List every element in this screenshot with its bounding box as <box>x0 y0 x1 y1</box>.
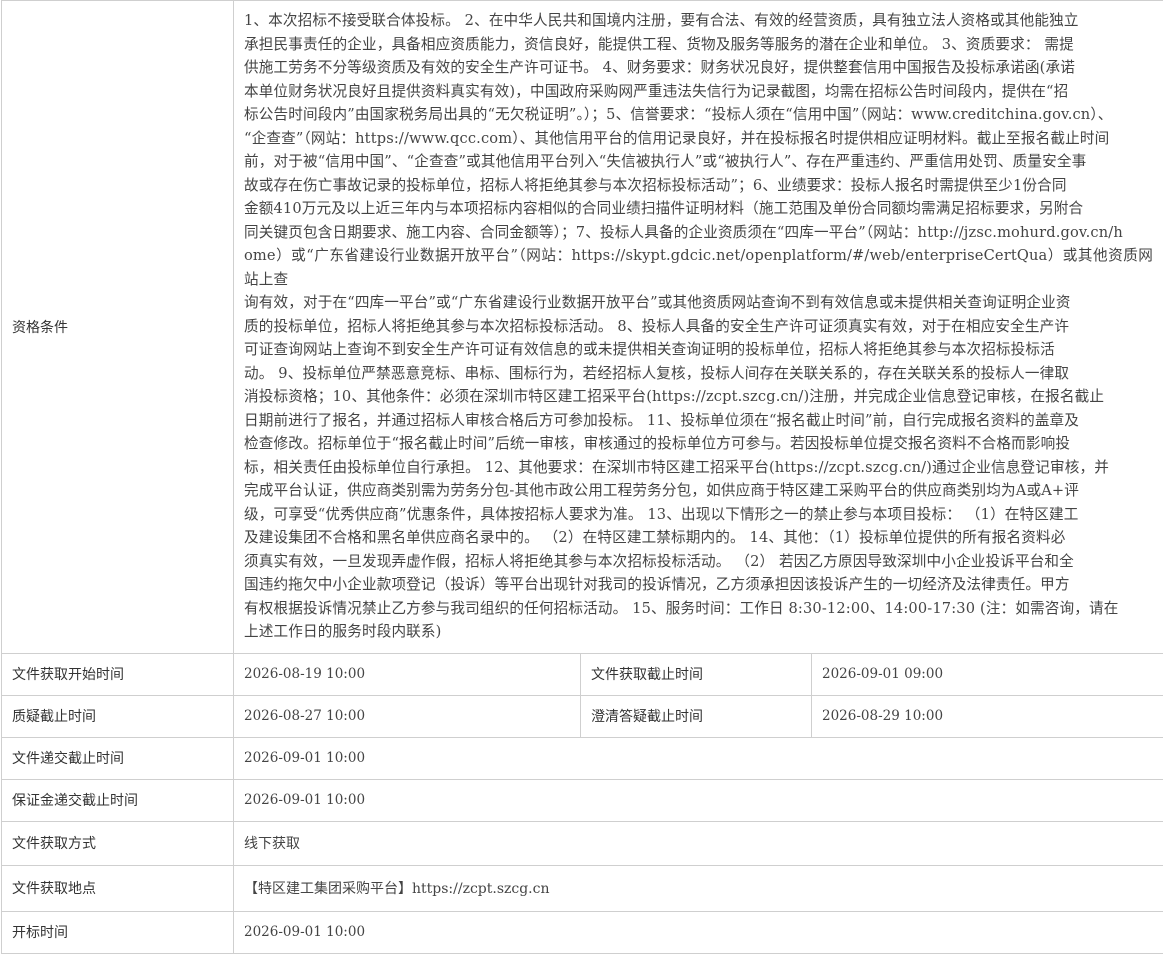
bid-opening-label: 开标时间 <box>2 911 234 953</box>
submission-deadline-label: 文件递交截止时间 <box>2 737 234 779</box>
doc-obtain-start-label: 文件获取开始时间 <box>2 653 234 695</box>
query-deadline-label: 质疑截止时间 <box>2 695 234 737</box>
qualification-line: 检查修改。招标单位于“报名截止时间”后统一审核，审核通过的投标单位方可参与。若因… <box>244 432 1153 456</box>
tender-info-table: 资格条件 1、本次招标不接受联合体投标。 2、在中华人民共和国境内注册，要有合法… <box>1 0 1163 954</box>
table-row: 文件获取地点 【特区建工集团采购平台】https://zcpt.szcg.cn <box>2 865 1163 911</box>
qualification-line: 质的投标单位，招标人将拒绝其参与本次招标投标活动。 8、投标人具备的安全生产许可… <box>244 315 1153 339</box>
qualification-line: 金额410万元及以上近三年内与本项招标内容相似的合同业绩扫描件证明材料（施工范围… <box>244 197 1153 221</box>
qualification-line: 消投标资格；10、其他条件：必须在深圳市特区建工招采平台(https://zcp… <box>244 385 1153 409</box>
doc-obtain-start-value: 2026-08-19 10:00 <box>234 653 581 695</box>
table-row: 保证金递交截止时间 2026-09-01 10:00 <box>2 779 1163 821</box>
qualification-line: 有权根据投诉情况禁止乙方参与我司组织的任何招标活动。 15、服务时间：工作日 8… <box>244 597 1153 621</box>
table-row: 文件获取方式 线下获取 <box>2 821 1163 865</box>
table-row: 开标时间 2026-09-01 10:00 <box>2 911 1163 953</box>
qualification-line: 须真实有效，一旦发现弄虚作假，招标人将拒绝其参与本次招标投标活动。 （2） 若因… <box>244 550 1153 574</box>
deposit-deadline-label: 保证金递交截止时间 <box>2 779 234 821</box>
obtain-location-value: 【特区建工集团采购平台】https://zcpt.szcg.cn <box>234 865 1163 911</box>
qualification-line: 本单位财务状况良好且提供资料真实有效)，中国政府采购网严重违法失信行为记录截图，… <box>244 80 1153 104</box>
qualification-line: 可证查询网站上查询不到安全生产许可证有效信息的或未提供相关查询证明的投标单位，招… <box>244 338 1153 362</box>
qualification-row: 资格条件 1、本次招标不接受联合体投标。 2、在中华人民共和国境内注册，要有合法… <box>2 1 1163 654</box>
table-row: 质疑截止时间 2026-08-27 10:00 澄清答疑截止时间 2026-08… <box>2 695 1163 737</box>
obtain-method-label: 文件获取方式 <box>2 821 234 865</box>
qualification-line: 级，可享受“优秀供应商”优惠条件，具体按招标人要求为准。 13、出现以下情形之一… <box>244 503 1153 527</box>
qualification-line: 完成平台认证，供应商类别需为劳务分包-其他市政公用工程劳务分包，如供应商于特区建… <box>244 479 1153 503</box>
qualification-line: 供施工劳务不分等级资质及有效的安全生产许可证书。 4、财务要求：财务状况良好，提… <box>244 56 1153 80</box>
table-row: 文件获取开始时间 2026-08-19 10:00 文件获取截止时间 2026-… <box>2 653 1163 695</box>
doc-obtain-end-value: 2026-09-01 09:00 <box>812 653 1163 695</box>
obtain-method-value: 线下获取 <box>234 821 1163 865</box>
qualification-line: “企查查”（网站：https://www.qcc.com）、其他信用平台的信用记… <box>244 127 1153 151</box>
qualification-line: 日期前进行了报名，并通过招标人审核合格后方可参加投标。 11、投标单位须在“报名… <box>244 409 1153 433</box>
qualification-line: 标公告时间段内”由国家税务局出具的“无欠税证明”。）；5、信誉要求：“投标人须在… <box>244 103 1153 127</box>
clarification-deadline-value: 2026-08-29 10:00 <box>812 695 1163 737</box>
bid-opening-value: 2026-09-01 10:00 <box>234 911 1163 953</box>
qualification-line: 标，相关责任由投标单位自行承担。 12、其他要求：在深圳市特区建工招采平台(ht… <box>244 456 1153 480</box>
deposit-deadline-value: 2026-09-01 10:00 <box>234 779 1163 821</box>
obtain-location-label: 文件获取地点 <box>2 865 234 911</box>
submission-deadline-value: 2026-09-01 10:00 <box>234 737 1163 779</box>
qualification-line: ome）或“广东省建设行业数据开放平台”（网站：https://skypt.gd… <box>244 244 1153 291</box>
qualification-label: 资格条件 <box>2 1 234 654</box>
qualification-line: 国违约拖欠中小企业款项登记（投诉）等平台出现针对我司的投诉情况，乙方须承担因该投… <box>244 573 1153 597</box>
qualification-line: 上述工作日的服务时段内联系) <box>244 620 1153 644</box>
qualification-line: 同关键页包含日期要求、施工内容、合同金额等）；7、投标人具备的企业资质须在“四库… <box>244 221 1153 245</box>
qualification-content: 1、本次招标不接受联合体投标。 2、在中华人民共和国境内注册，要有合法、有效的经… <box>234 1 1163 654</box>
qualification-line: 询有效，对于在“四库一平台”或“广东省建设行业数据开放平台”或其他资质网站查询不… <box>244 291 1153 315</box>
query-deadline-value: 2026-08-27 10:00 <box>234 695 581 737</box>
doc-obtain-end-label: 文件获取截止时间 <box>581 653 812 695</box>
qualification-line: 承担民事责任的企业，具备相应资质能力，资信良好，能提供工程、货物及服务等服务的潜… <box>244 33 1153 57</box>
qualification-text: 1、本次招标不接受联合体投标。 2、在中华人民共和国境内注册，要有合法、有效的经… <box>244 1 1153 653</box>
qualification-line: 1、本次招标不接受联合体投标。 2、在中华人民共和国境内注册，要有合法、有效的经… <box>244 9 1153 33</box>
table-row: 文件递交截止时间 2026-09-01 10:00 <box>2 737 1163 779</box>
qualification-line: 前，对于被“信用中国”、“企查查”或其他信用平台列入“失信被执行人”或“被执行人… <box>244 150 1153 174</box>
qualification-line: 动。 9、投标单位严禁恶意竞标、串标、围标行为，若经招标人复核，投标人间存在关联… <box>244 362 1153 386</box>
qualification-line: 故或存在伤亡事故记录的投标单位，招标人将拒绝其参与本次招标投标活动”；6、业绩要… <box>244 174 1153 198</box>
clarification-deadline-label: 澄清答疑截止时间 <box>581 695 812 737</box>
qualification-line: 及建设集团不合格和黑名单供应商名录中的。 （2）在特区建工禁标期内的。 14、其… <box>244 526 1153 550</box>
